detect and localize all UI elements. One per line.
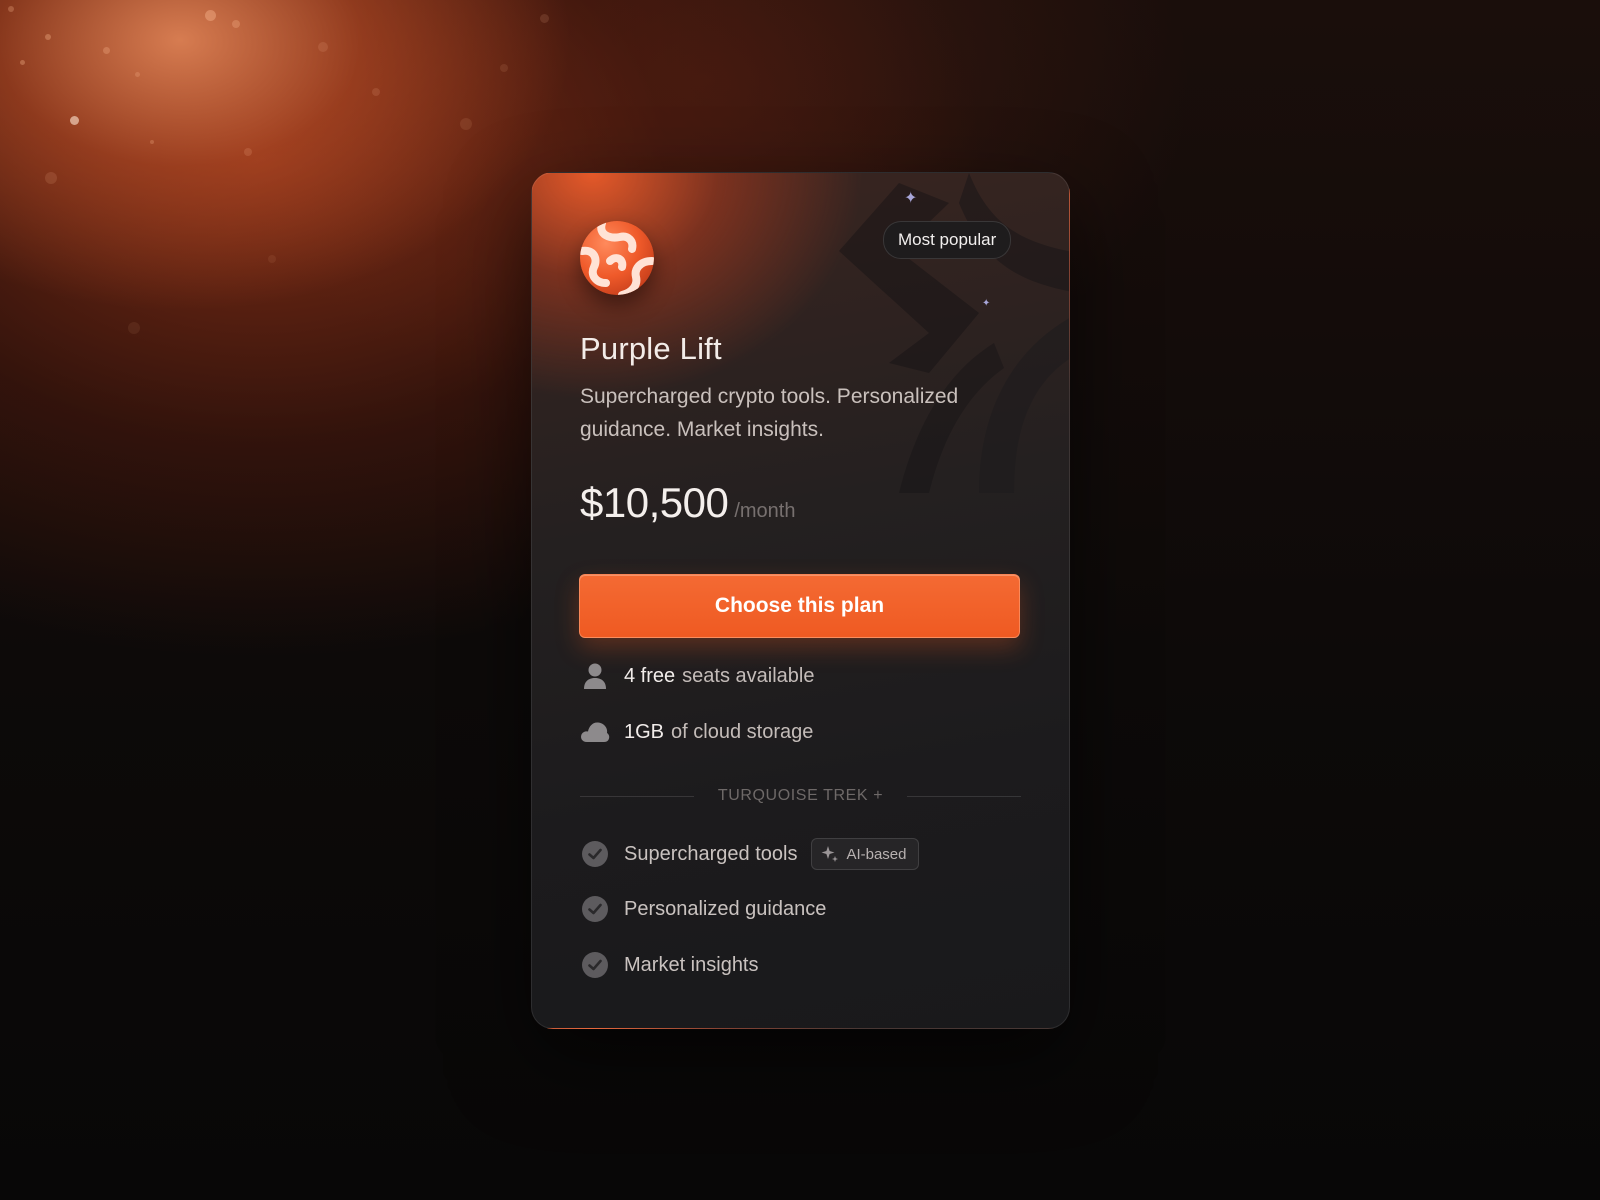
seats-text: seats available xyxy=(682,664,815,687)
storage-amount: 1GB xyxy=(624,720,665,743)
page-background: ✦ ✦ Most popular Purple Lift Supercharge… xyxy=(0,0,1600,1200)
most-popular-badge: Most popular xyxy=(883,221,1012,259)
pricing-card: ✦ ✦ Most popular Purple Lift Supercharge… xyxy=(531,172,1070,1029)
seats-count: 4 free xyxy=(624,664,676,687)
choose-plan-button[interactable]: Choose this plan xyxy=(579,574,1020,638)
check-circle-icon xyxy=(580,894,610,924)
plan-title: Purple Lift xyxy=(580,331,722,366)
feature-item: Personalized guidance xyxy=(580,894,826,924)
feature-label: Supercharged tools xyxy=(624,842,798,865)
ai-tag-label: AI-based xyxy=(846,845,907,863)
feature-storage: 1GB of cloud storage xyxy=(580,717,813,747)
section-divider: TURQUOISE TREK + xyxy=(580,786,1021,806)
user-icon xyxy=(580,661,610,691)
cloud-icon xyxy=(580,717,610,747)
feature-label: Personalized guidance xyxy=(624,897,827,920)
ai-based-tag: AI-based xyxy=(811,838,919,870)
price-row: $10,500/month xyxy=(580,479,795,527)
check-circle-icon xyxy=(580,950,610,980)
section-label: TURQUOISE TREK + xyxy=(717,787,884,804)
feature-item: Supercharged tools AI-based xyxy=(580,838,919,870)
plan-description: Supercharged crypto tools. Personalized … xyxy=(580,385,959,441)
price-period: /month xyxy=(734,500,796,522)
sparkle-icon: ✦ xyxy=(982,298,991,309)
check-circle-icon xyxy=(580,839,610,869)
brand-logo-icon xyxy=(580,221,654,295)
sparkle-icon xyxy=(821,845,839,863)
feature-seats: 4 free seats available xyxy=(580,661,814,691)
storage-text: of cloud storage xyxy=(671,720,814,743)
sparkle-icon: ✦ xyxy=(904,190,918,207)
feature-item: Market insights xyxy=(580,950,759,980)
feature-label: Market insights xyxy=(624,953,759,976)
plan-price: $10,500 xyxy=(580,479,729,526)
